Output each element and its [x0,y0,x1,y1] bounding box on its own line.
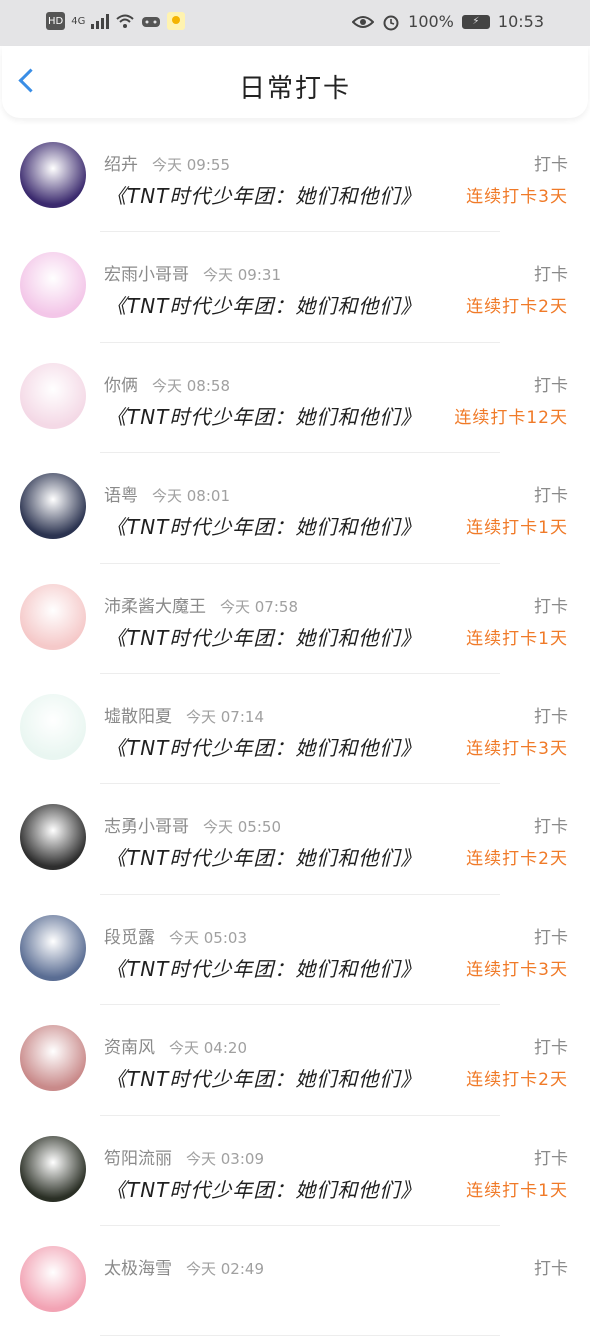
checkin-type: 打卡 [534,706,568,727]
streak-label: 连续打卡2天 [466,1070,568,1091]
checkin-time: 今天 03:09 [186,1149,264,1168]
book-title[interactable]: 《TNT时代少年团：她们和他们》 [106,180,421,209]
checkin-type: 打卡 [534,1038,568,1059]
checkin-type: 打卡 [534,927,568,948]
user-name[interactable]: 宏雨小哥哥 [104,265,189,285]
book-title[interactable]: 《TNT时代少年团：她们和他们》 [106,290,421,319]
checkin-type: 打卡 [534,817,568,838]
game-icon [142,17,161,27]
checkin-time: 今天 07:58 [220,597,298,616]
checkin-list: 绍卉 今天 09:55 打卡 《TNT时代少年团：她们和他们》 连续打卡3天 宏雨… [0,122,590,1336]
list-item[interactable]: 志勇小哥哥 今天 05:50 打卡 《TNT时代少年团：她们和他们》 连续打卡2天 [0,784,590,896]
user-name[interactable]: 你俩 [104,376,138,396]
book-title[interactable]: 《TNT时代少年团：她们和他们》 [106,511,421,540]
user-name[interactable]: 沛柔酱大魔王 [104,597,206,617]
avatar[interactable] [20,252,86,319]
avatar[interactable] [20,1135,86,1202]
checkin-type: 打卡 [534,265,568,286]
streak-label: 连续打卡3天 [466,959,568,980]
checkin-type: 打卡 [534,375,568,396]
list-item[interactable]: 太极海雪 今天 02:49 打卡 [0,1226,590,1336]
book-title[interactable]: 《TNT时代少年团：她们和他们》 [106,842,421,871]
book-title[interactable]: 《TNT时代少年团：她们和他们》 [106,401,421,430]
header-bar: 日常打卡 [2,46,588,118]
status-time: 10:53 [497,12,544,31]
user-name[interactable]: 语粤 [104,486,138,506]
checkin-type: 打卡 [534,486,568,507]
book-title[interactable]: 《TNT时代少年团：她们和他们》 [106,732,421,761]
user-name[interactable]: 资南风 [104,1038,155,1058]
checkin-time: 今天 09:31 [203,266,281,285]
checkin-type: 打卡 [534,596,568,617]
list-item[interactable]: 资南风 今天 04:20 打卡 《TNT时代少年团：她们和他们》 连续打卡2天 [0,1005,590,1116]
battery-percent: 100% [408,12,454,31]
list-item[interactable]: 沛柔酱大魔王 今天 07:58 打卡 《TNT时代少年团：她们和他们》 连续打卡1… [0,564,590,675]
avatar[interactable] [20,583,86,650]
avatar[interactable] [20,1245,86,1312]
avatar[interactable] [20,914,86,981]
checkin-type: 打卡 [534,1148,568,1169]
streak-label: 连续打卡2天 [466,849,568,870]
checkin-type: 打卡 [534,1258,568,1279]
checkin-time: 今天 05:50 [203,818,281,837]
status-left: HD 4G [46,12,186,30]
hd-icon: HD [46,12,66,30]
user-name[interactable]: 太极海雪 [104,1259,172,1279]
user-name[interactable]: 志勇小哥哥 [104,817,189,837]
wifi-icon [116,14,135,28]
streak-label: 连续打卡3天 [466,738,568,759]
list-item[interactable]: 宏雨小哥哥 今天 09:31 打卡 《TNT时代少年团：她们和他们》 连续打卡2天 [0,232,590,344]
avatar[interactable] [20,142,86,208]
streak-label: 连续打卡1天 [466,1180,568,1201]
checkin-time: 今天 09:55 [152,156,230,174]
checkin-time: 今天 08:01 [152,487,230,506]
list-item[interactable]: 你俩 今天 08:58 打卡 《TNT时代少年团：她们和他们》 连续打卡12天 [0,343,590,454]
checkin-time: 今天 02:49 [186,1259,264,1278]
streak-label: 连续打卡1天 [466,518,568,539]
weather-icon [167,12,186,30]
book-title[interactable]: 《TNT时代少年团：她们和他们》 [106,1174,421,1203]
avatar[interactable] [20,693,86,760]
network-gen-label: 4G [71,15,86,27]
list-item[interactable]: 语粤 今天 08:01 打卡 《TNT时代少年团：她们和他们》 连续打卡1天 [0,453,590,564]
eye-icon [352,15,375,28]
list-item[interactable]: 笱阳流丽 今天 03:09 打卡 《TNT时代少年团：她们和他们》 连续打卡1天 [0,1116,590,1227]
user-name[interactable]: 段觅露 [104,928,155,948]
checkin-time: 今天 08:58 [152,376,230,395]
avatar[interactable] [20,804,86,871]
alarm-icon [383,15,399,30]
avatar[interactable] [20,1025,86,1092]
page-title: 日常打卡 [238,74,351,104]
status-bar: HD 4G 100% ⚡ 10:53 [0,0,590,46]
user-name[interactable]: 墟散阳夏 [104,707,172,727]
avatar[interactable] [20,473,86,540]
streak-label: 连续打卡1天 [466,628,568,649]
streak-label: 连续打卡3天 [466,187,568,207]
streak-label: 连续打卡12天 [454,407,568,428]
book-title[interactable]: 《TNT时代少年团：她们和他们》 [106,1063,421,1092]
checkin-time: 今天 04:20 [169,1039,247,1058]
user-name[interactable]: 绍卉 [104,155,138,175]
list-item[interactable]: 段觅露 今天 05:03 打卡 《TNT时代少年团：她们和他们》 连续打卡3天 [0,895,590,1006]
avatar[interactable] [20,362,86,429]
status-right: 100% ⚡ 10:53 [352,12,544,31]
book-title[interactable]: 《TNT时代少年团：她们和他们》 [106,622,421,651]
signal-icon [91,13,110,29]
list-item[interactable]: 绍卉 今天 09:55 打卡 《TNT时代少年团：她们和他们》 连续打卡3天 [0,122,590,233]
user-name[interactable]: 笱阳流丽 [104,1149,172,1169]
checkin-time: 今天 05:03 [169,928,247,947]
book-title[interactable]: 《TNT时代少年团：她们和他们》 [106,953,421,982]
checkin-type: 打卡 [534,155,568,175]
checkin-time: 今天 07:14 [186,707,264,726]
battery-icon: ⚡ [461,14,490,29]
streak-label: 连续打卡2天 [466,297,568,318]
list-item[interactable]: 墟散阳夏 今天 07:14 打卡 《TNT时代少年团：她们和他们》 连续打卡3天 [0,674,590,785]
